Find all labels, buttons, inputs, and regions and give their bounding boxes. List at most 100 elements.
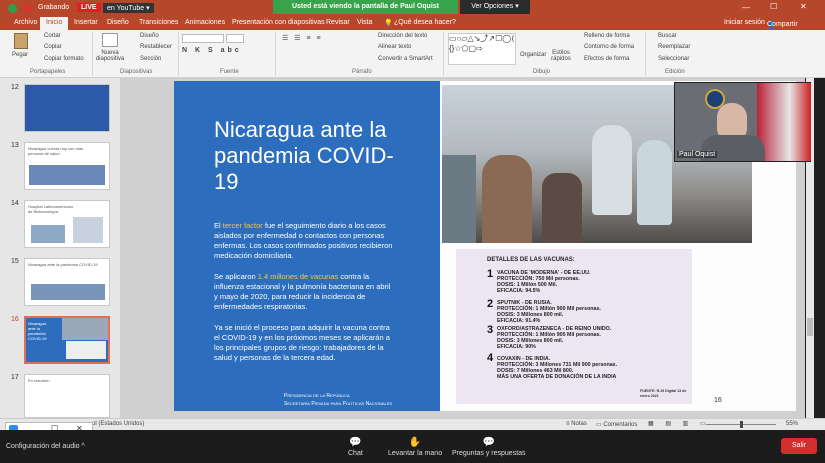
notes-label: Notas [571,421,587,427]
zoom-level[interactable]: 55% [786,421,798,427]
title-bar: Grabando LIVE en YouTube ▾ Usted está vi… [0,0,825,17]
copy-button[interactable]: Copiar [44,44,62,50]
audio-settings-button[interactable]: Configuración del audio ^ [6,443,85,450]
comments-label: Comentarios [603,422,638,428]
comments-button[interactable]: ▭ Comentarios [596,421,637,428]
tab-diseno[interactable]: Diseño [107,19,129,26]
slide-paragraph-2: Se aplicaron 1.4 millones de vacunas con… [214,272,394,312]
tab-revisar[interactable]: Revisar [326,19,350,26]
comment-icon: ▭ [596,422,602,428]
thumbnail-number: 12 [11,84,19,91]
thumbnail-title: Nicaragua cuenta hoy con más personal de… [28,146,84,156]
thumbnail-slide-15[interactable]: Nicaragua ante la pandemia COVID-19 [24,258,110,306]
notes-button[interactable]: ≡ Notas [566,421,587,427]
ribbon: Pegar Cortar Copiar Copiar formato Porta… [0,30,825,78]
flag-background [757,83,811,161]
live-badge[interactable]: LIVE [77,3,101,12]
replace-button[interactable]: Reemplazar [658,44,690,50]
chat-button[interactable]: 💬 Chat [348,437,363,457]
vaccines-source: FUENTE: R.19 Digital 13 de enero 2021 [640,389,687,398]
video-tile[interactable]: Paul Oquist [674,82,811,162]
vaccine-item-4: COVAXIN - DE INDIA. PROTECCIÓN: 3 Millone… [497,356,697,380]
qa-label: Preguntas y respuestas [452,450,526,457]
shield-icon [8,4,17,13]
font-name-input[interactable] [182,34,224,43]
leave-button[interactable]: Salir [781,438,817,454]
slide-footer-2: Secretaría Privada para Políticas Nacion… [284,401,393,407]
tab-vista[interactable]: Vista [357,19,372,26]
reset-button[interactable]: Restablecer [140,44,172,50]
thumbnail-number: 16 [11,316,19,323]
recording-label: Grabando [38,4,70,11]
list-buttons[interactable]: ☰ ☰ ≡ ≡ [282,34,323,42]
thumbnail-title: En resumen [28,378,50,383]
thumbnail-slide-16[interactable]: Nicaragua ante la pandemia COVID-19 [24,316,110,364]
youtube-label: en YouTube [107,5,145,12]
thumbnail-slide-13[interactable]: Nicaragua cuenta hoy con más personal de… [24,142,110,190]
shapes-gallery[interactable]: ▭○▱△↘⤴↗☐◯⟨⟩{}☆⬠▢⇨ [448,33,516,65]
raise-hand-label: Levantar la mano [388,450,443,457]
align-text-button[interactable]: Alinear texto [378,44,411,50]
new-slide-button[interactable]: Nueva diapositiva [94,50,126,62]
font-size-input[interactable] [226,34,244,43]
p2-highlight: 1.4 millones de vacunas [257,272,339,281]
tab-animaciones[interactable]: Animaciones [185,19,225,26]
hand-icon: ✋ [408,437,422,448]
section-button[interactable]: Sección [140,56,161,62]
paste-button[interactable]: Pegar [12,52,28,58]
qa-button[interactable]: 💬 Preguntas y respuestas [452,437,526,457]
vaccine-item-2: SPUTNIK - DE RUSIA. PROTECCIÓN: 1 Millón … [497,300,697,324]
zoom-slider-thumb[interactable] [740,421,743,428]
youtube-button[interactable]: en YouTube ▾ [103,3,154,13]
font-format-buttons[interactable]: N K S abc [182,47,242,54]
thumbnail-slide-12[interactable] [24,84,110,132]
view-options-label: Ver Opciones [471,3,514,10]
thumbnail-slide-14[interactable]: Hospital Latinoamericano de Biotecnologí… [24,200,110,248]
lightbulb-icon: 💡 [384,20,393,27]
vaccine-number: 2 [487,298,494,310]
tab-archivo[interactable]: Archivo [14,19,37,26]
slide-page-number: 16 [714,397,722,404]
raise-hand-button[interactable]: ✋ Levantar la mano [388,437,442,457]
vaccine-number: 1 [487,268,494,280]
view-options-button[interactable]: Ver Opciones ▾ [460,0,530,14]
tab-presentacion[interactable]: Presentación con diapositivas [232,19,325,26]
new-slide-icon[interactable] [102,33,118,47]
thumbnail-title: Nicaragua ante la pandemia COVID-19 [28,321,47,341]
find-button[interactable]: Buscar [658,33,677,39]
tab-inicio[interactable]: Inicio [40,17,69,30]
p1-pre: El [214,221,223,230]
scrollbar-thumb[interactable] [807,318,813,336]
thumbnail-slide-17[interactable]: En resumen [24,374,110,418]
close-icon[interactable]: ✕ [800,2,807,11]
paste-icon[interactable] [14,33,28,49]
tell-me-search[interactable]: ¿Qué desea hacer? [394,19,456,26]
group-clipboard: Portapapeles [30,69,66,75]
minimize-icon[interactable]: — [742,3,750,12]
select-button[interactable]: Seleccionar [658,56,689,62]
tab-insertar[interactable]: Insertar [74,19,98,26]
shape-outline-button[interactable]: Contorno de forma [584,44,634,50]
layout-button[interactable]: Diseño [140,33,159,39]
language-indicator[interactable]: ol (Estados Unidos) [92,421,144,427]
text-direction-button[interactable]: Dirección del texto [378,33,427,39]
arrange-button[interactable]: Organizar [520,52,546,58]
slide-footer-1: Presidencia de la República [284,393,350,399]
cut-button[interactable]: Cortar [44,33,61,39]
group-paragraph: Párrafo [352,69,372,75]
tab-transiciones[interactable]: Transiciones [139,19,178,26]
qa-icon: 💬 [482,437,495,448]
view-buttons[interactable]: ▦ ▤ ▥ ▭ [648,420,711,427]
quick-styles-button[interactable]: Estilos rápidos [548,50,574,62]
status-bar: ol (Estados Unidos) ≡ Notas ▭ Comentario… [0,418,825,430]
share-notice: Usted está viendo la pantalla de Paul Oq… [273,0,458,14]
smartart-button[interactable]: Convertir a SmartArt [378,56,433,62]
vaccines-heading: DETALLES DE LAS VACUNAS: [487,257,575,263]
shape-fill-button[interactable]: Relleno de forma [584,33,630,39]
chevron-down-icon: ▾ [515,3,519,10]
maximize-icon[interactable]: ☐ [770,2,777,11]
slide-paragraph-1: El tercer factor fue el seguimiento diar… [214,221,394,261]
sign-in-link[interactable]: Iniciar sesión [724,19,765,26]
format-painter-button[interactable]: Copiar formato [44,56,84,62]
shape-effects-button[interactable]: Efectos de forma [584,56,629,62]
